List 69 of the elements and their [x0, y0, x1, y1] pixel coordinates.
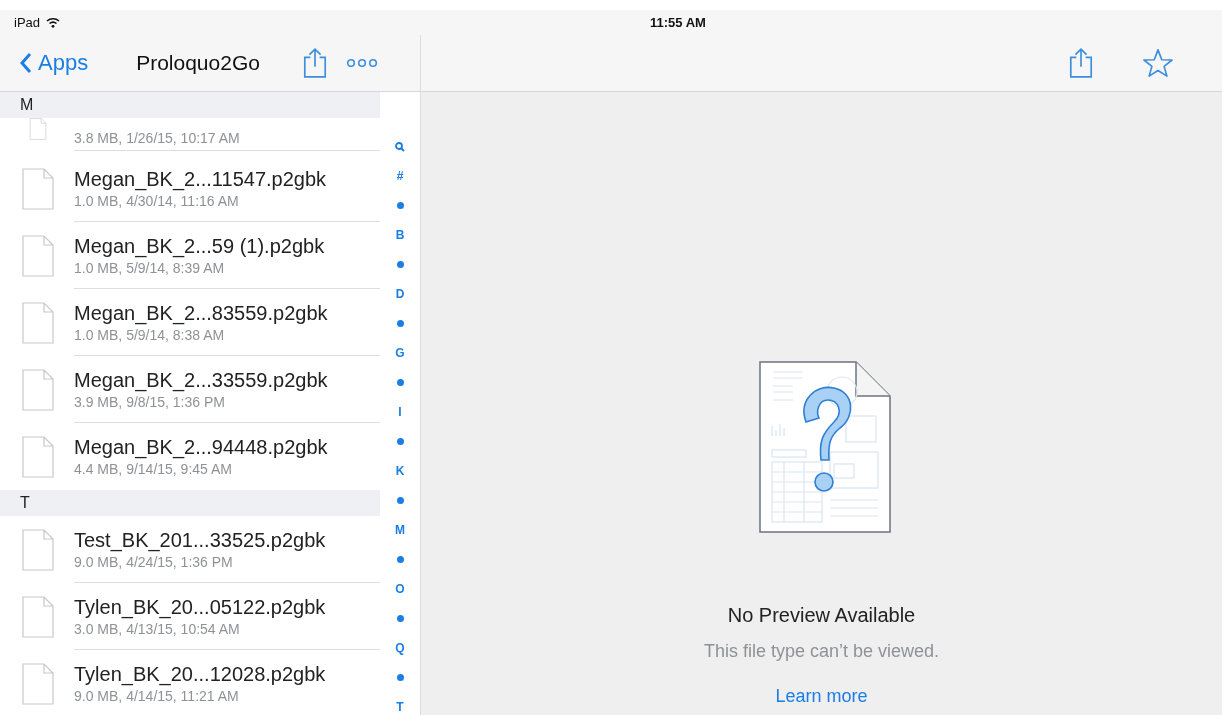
- document-icon: [22, 595, 54, 638]
- index-letter[interactable]: O: [395, 582, 405, 597]
- document-icon: [22, 234, 54, 277]
- file-row[interactable]: Megan_BK_2...11547.p2gbk 1.0 MB, 4/30/14, 11:16 AM: [0, 155, 380, 222]
- file-name: Tylen_BK_20...05122.p2gbk: [74, 595, 327, 619]
- nav-title: Proloquo2Go: [136, 51, 260, 75]
- index-dot[interactable]: [396, 320, 404, 328]
- learn-more-link[interactable]: Learn more: [775, 686, 868, 707]
- file-details: 9.0 MB, 4/24/15, 1:36 PM: [74, 553, 234, 570]
- preview-message: This file type can’t be viewed.: [703, 641, 940, 662]
- device-name: iPad: [14, 15, 41, 30]
- index-letter[interactable]: #: [396, 169, 404, 184]
- document-icon: [22, 368, 54, 411]
- index-dot[interactable]: [396, 556, 404, 564]
- file-name: Megan_BK_2...11547.p2gbk: [74, 167, 328, 191]
- document-icon: [22, 167, 54, 210]
- index-dot[interactable]: [396, 261, 404, 269]
- index-dot[interactable]: [396, 615, 404, 623]
- index-letter[interactable]: K: [395, 464, 405, 479]
- file-row[interactable]: Megan_BK_2...33559.p2gbk 3.9 MB, 9/8/15, 1:36 PM: [0, 356, 380, 423]
- file-name: Megan_BK_2...33559.p2gbk: [74, 368, 329, 392]
- file-details: 3.8 MB, 1/26/15, 10:17 AM: [74, 130, 241, 146]
- share-icon[interactable]: [301, 47, 328, 79]
- document-icon: [22, 301, 54, 344]
- index-dot[interactable]: [396, 674, 404, 682]
- file-details: 1.0 MB, 5/9/14, 8:39 AM: [74, 259, 226, 276]
- file-row[interactable]: 3.8 MB, 1/26/15, 10:17 AM: [0, 118, 380, 155]
- star-icon[interactable]: [1142, 48, 1174, 78]
- file-name: Test_BK_201...33525.p2gbk: [74, 528, 327, 552]
- file-name: Megan_BK_2...94448.p2gbk: [74, 436, 329, 459]
- index-dot[interactable]: [396, 379, 404, 387]
- index-letter[interactable]: B: [395, 228, 405, 243]
- document-icon: [22, 435, 54, 478]
- file-name: Megan_BK_2...59 (1).p2gbk: [74, 234, 326, 258]
- index-letter[interactable]: G: [395, 346, 405, 361]
- section-header: T: [0, 490, 380, 516]
- index-letter[interactable]: Q: [395, 641, 405, 656]
- document-icon: [22, 662, 54, 705]
- more-icon[interactable]: [345, 58, 378, 68]
- back-chevron-icon: [20, 52, 32, 74]
- file-details: 4.4 MB, 9/14/15, 9:45 AM: [74, 461, 233, 477]
- file-row[interactable]: Megan_BK_2...59 (1).p2gbk 1.0 MB, 5/9/14, 8:39 AM: [0, 222, 380, 289]
- file-row[interactable]: Test_BK_201...33525.p2gbk 9.0 MB, 4/24/15, 1:36 PM: [0, 516, 380, 583]
- file-details: 9.0 MB, 4/14/15, 11:21 AM: [74, 688, 240, 704]
- index-dot[interactable]: [396, 202, 404, 210]
- file-details: 1.0 MB, 4/30/14, 11:16 AM: [74, 192, 240, 209]
- file-details: 3.0 MB, 4/13/15, 10:54 AM: [74, 620, 241, 637]
- file-row[interactable]: Megan_BK_2...83559.p2gbk 1.0 MB, 5/9/14, 8:38 AM: [0, 289, 380, 356]
- search-icon[interactable]: [395, 141, 405, 152]
- file-name: Tylen_BK_20...12028.p2gbk: [74, 663, 327, 686]
- document-icon: [22, 528, 54, 571]
- preview-title: No Preview Available: [727, 604, 916, 627]
- file-details: 3.9 MB, 9/8/15, 1:36 PM: [74, 393, 226, 410]
- file-row[interactable]: Megan_BK_2...94448.p2gbk 4.4 MB, 9/14/15, 9:45 AM: [0, 423, 380, 490]
- index-dot[interactable]: [396, 438, 404, 446]
- index-dot[interactable]: [396, 497, 404, 505]
- back-button[interactable]: Apps: [20, 50, 89, 76]
- index-letter[interactable]: M: [395, 523, 405, 538]
- share-icon[interactable]: [1068, 47, 1094, 79]
- file-details: 1.0 MB, 5/9/14, 8:38 AM: [74, 326, 226, 343]
- file-name: Megan_BK_2...83559.p2gbk: [74, 301, 329, 325]
- index-letter[interactable]: I: [398, 405, 402, 420]
- status-time: 11:55 AM: [650, 15, 706, 30]
- index-letter[interactable]: T: [396, 700, 404, 715]
- file-row[interactable]: Tylen_BK_20...12028.p2gbk 9.0 MB, 4/14/15, 11:21 AM: [0, 650, 380, 715]
- section-header: M: [0, 92, 380, 118]
- file-row[interactable]: Tylen_BK_20...05122.p2gbk 3.0 MB, 4/13/15, 10:54 AM: [0, 583, 380, 650]
- index-letter[interactable]: D: [395, 287, 405, 302]
- wifi-icon: [46, 17, 61, 28]
